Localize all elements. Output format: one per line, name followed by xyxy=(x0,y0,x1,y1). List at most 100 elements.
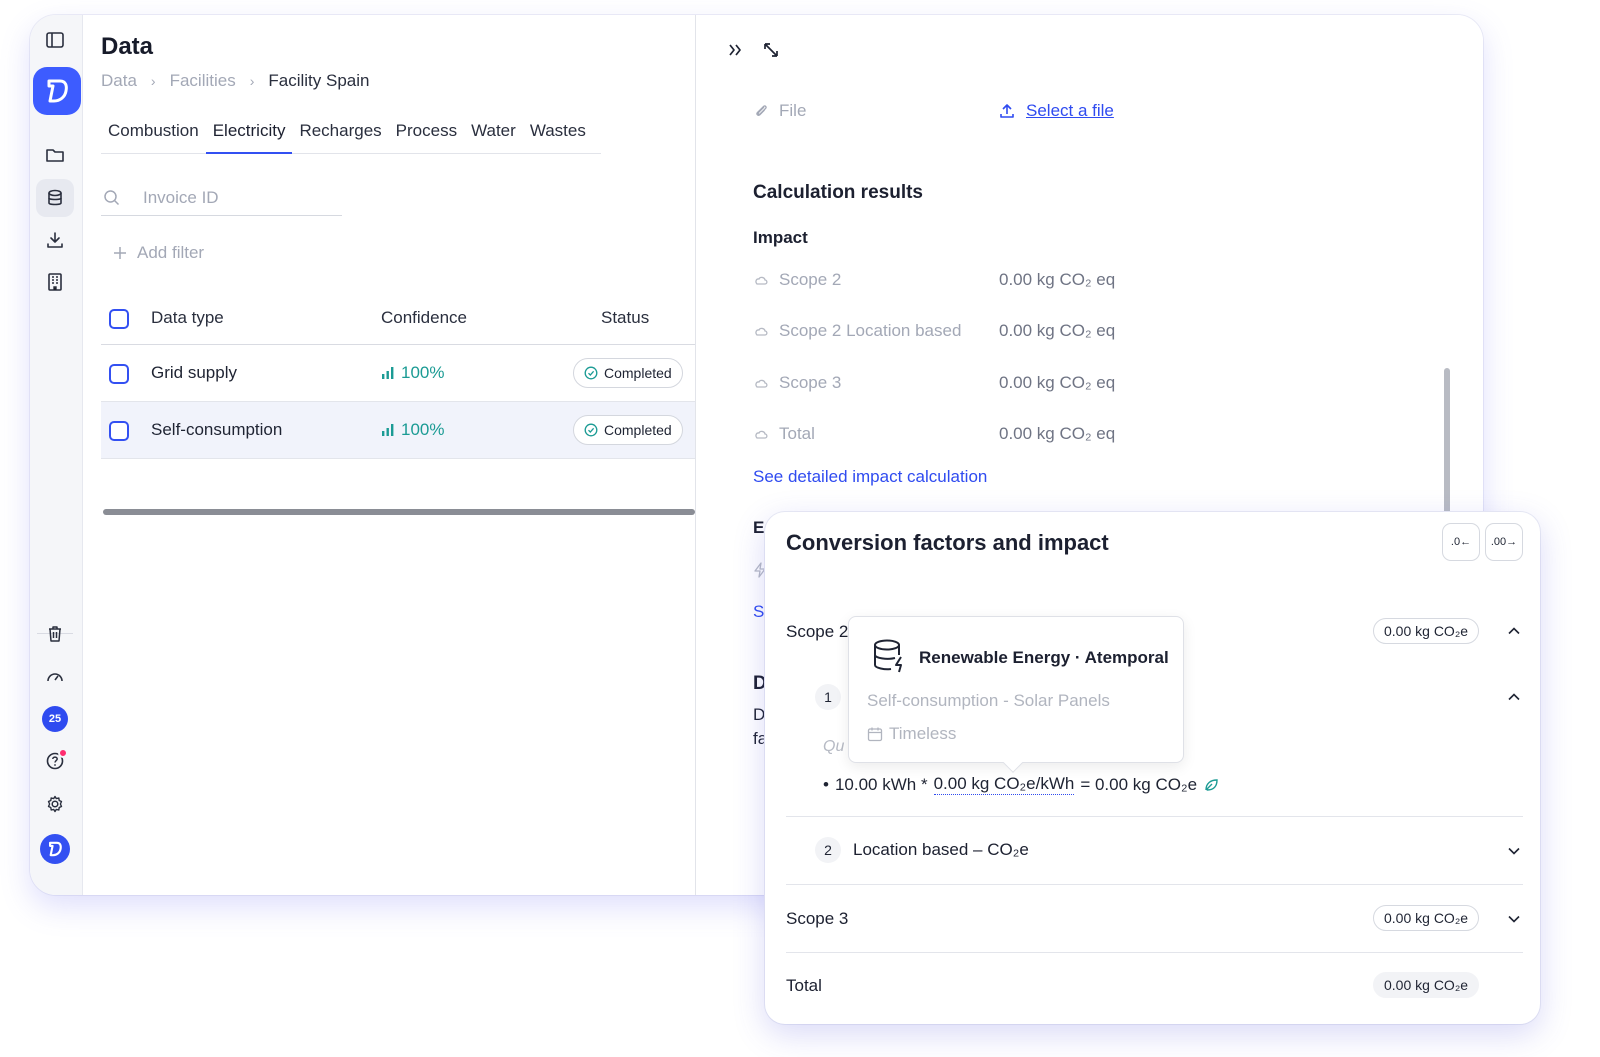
scrollbar-thumb[interactable] xyxy=(1444,368,1450,518)
cloud-icon xyxy=(755,379,768,388)
total-value: 0.00 kg CO₂e xyxy=(1373,972,1480,998)
building-icon[interactable] xyxy=(36,263,74,301)
column-header-status[interactable]: Status xyxy=(601,308,649,328)
calculation-formula: • 10.00 kWh * 0.00 kg CO₂e/kWh = 0.00 kg… xyxy=(823,774,1219,795)
location-based-label[interactable]: Location based – CO₂e xyxy=(853,840,1029,860)
vertical-scrollbar[interactable] xyxy=(1444,70,1450,530)
impact-value: 0.00 kg CO₂ eq xyxy=(999,321,1116,340)
collapse-panel-icon[interactable] xyxy=(726,41,744,64)
select-file-link[interactable]: Select a file xyxy=(998,101,1114,121)
breadcrumb-data[interactable]: Data xyxy=(101,71,137,91)
row-checkbox[interactable] xyxy=(109,421,129,441)
breadcrumb-facilities[interactable]: Facilities xyxy=(170,71,236,91)
horizontal-scrollbar[interactable] xyxy=(103,509,695,515)
status-badge: Completed xyxy=(573,415,683,445)
avatar-logo-icon xyxy=(40,834,70,864)
impact-value: 0.00 kg CO₂ eq xyxy=(999,373,1116,392)
data-type-cell: Self-consumption xyxy=(151,420,283,439)
chevron-up-icon[interactable] xyxy=(1505,688,1523,706)
status-badge: Completed xyxy=(573,358,683,388)
confidence-cell: 100% xyxy=(381,363,444,383)
scope-2-value: 0.00 kg CO₂e xyxy=(1373,618,1480,644)
formula-quantity: 10.00 kWh * xyxy=(834,774,928,794)
tooltip-title: Renewable Energy · Atemporal xyxy=(919,648,1169,667)
search-input[interactable] xyxy=(143,187,333,208)
upload-icon xyxy=(1000,104,1014,118)
see-impact-link[interactable]: See detailed impact calculation xyxy=(753,467,987,487)
panel-toggle-icon[interactable] xyxy=(36,21,74,59)
help-icon[interactable] xyxy=(36,742,74,780)
notification-count: 25 xyxy=(42,706,68,732)
tab-wastes[interactable]: Wastes xyxy=(523,120,593,154)
cloud-icon xyxy=(755,430,768,439)
scope-2-label[interactable]: Scope 2 xyxy=(786,622,848,642)
database-bolt-icon xyxy=(874,639,902,673)
confidence-value: 100% xyxy=(401,420,445,439)
decrease-decimals-button[interactable]: .0← xyxy=(1442,523,1480,561)
gear-icon[interactable] xyxy=(36,785,74,823)
conversion-factors-card: Conversion factors and impact .0← .00→ S… xyxy=(765,512,1540,1024)
breadcrumb-current: Facility Spain xyxy=(268,71,370,90)
impact-label: Total xyxy=(779,424,815,443)
gauge-icon[interactable] xyxy=(36,658,74,696)
trash-icon[interactable] xyxy=(36,615,74,653)
table-header: Data type Confidence Status xyxy=(101,293,695,345)
select-file-label: Select a file xyxy=(1026,101,1114,120)
tab-electricity[interactable]: Electricity xyxy=(205,120,293,154)
total-label: Total xyxy=(786,976,822,995)
paperclip-icon xyxy=(756,105,767,117)
user-avatar[interactable] xyxy=(36,830,74,868)
increase-decimals-icon: .00→ xyxy=(1490,536,1518,548)
sidebar: 25 xyxy=(30,15,83,895)
card-title: Conversion factors and impact xyxy=(786,530,1109,555)
add-filter-button[interactable]: Add filter xyxy=(113,243,204,263)
plus-icon xyxy=(114,247,126,259)
tab-recharges[interactable]: Recharges xyxy=(292,120,388,154)
tooltip-date: Timeless xyxy=(867,724,956,744)
chevron-down-icon[interactable] xyxy=(1505,842,1523,860)
add-filter-label: Add filter xyxy=(137,243,205,262)
chevron-down-icon[interactable] xyxy=(1505,910,1523,928)
calculation-results-title: Calculation results xyxy=(753,182,923,203)
signal-bars-icon xyxy=(382,424,394,436)
tab-water[interactable]: Water xyxy=(464,120,523,154)
emission-factor-link[interactable]: 0.00 kg CO₂e/kWh xyxy=(933,774,1075,795)
category-tabs: Combustion Electricity Recharges Process… xyxy=(101,120,601,154)
table-row[interactable]: Grid supply 100% Completed xyxy=(101,345,695,402)
item-number-badge: 2 xyxy=(815,837,841,863)
tooltip-subtitle: Self-consumption - Solar Panels xyxy=(867,691,1110,710)
file-field-label: File xyxy=(753,101,806,121)
app-logo[interactable] xyxy=(33,67,81,115)
check-circle-icon xyxy=(584,423,598,437)
data-table: Data type Confidence Status Grid supply … xyxy=(101,293,695,459)
impact-value: 0.00 kg CO₂ eq xyxy=(999,270,1116,289)
chevron-right-icon: › xyxy=(150,73,156,89)
notifications-badge[interactable]: 25 xyxy=(36,700,74,738)
column-header-data-type[interactable]: Data type xyxy=(151,308,224,328)
confidence-cell: 100% xyxy=(381,420,444,440)
select-all-checkbox[interactable] xyxy=(109,309,129,329)
folder-icon[interactable] xyxy=(36,136,74,174)
expand-icon[interactable] xyxy=(762,41,780,64)
scope-3-label[interactable]: Scope 3 xyxy=(786,909,848,929)
table-row[interactable]: Self-consumption 100% Completed xyxy=(101,402,695,459)
increase-decimals-button[interactable]: .00→ xyxy=(1485,523,1523,561)
tab-process[interactable]: Process xyxy=(389,120,464,154)
data-type-cell: Grid supply xyxy=(151,363,237,382)
impact-value: 0.00 kg CO₂ eq xyxy=(999,424,1116,443)
row-checkbox[interactable] xyxy=(109,364,129,384)
impact-title: Impact xyxy=(753,228,808,247)
decrease-decimals-icon: .0← xyxy=(1450,536,1472,548)
database-icon[interactable] xyxy=(36,179,74,217)
tab-combustion[interactable]: Combustion xyxy=(101,120,206,154)
confidence-value: 100% xyxy=(401,363,445,382)
calendar-icon xyxy=(867,727,883,742)
impact-label: Scope 2 Location based xyxy=(779,321,962,340)
impact-label: Scope 3 xyxy=(779,373,842,392)
check-circle-icon xyxy=(584,366,598,380)
column-header-confidence[interactable]: Confidence xyxy=(381,308,467,328)
search-icon xyxy=(104,189,120,205)
download-icon[interactable] xyxy=(36,221,74,259)
status-text: Completed xyxy=(604,365,672,381)
chevron-up-icon[interactable] xyxy=(1505,622,1523,640)
